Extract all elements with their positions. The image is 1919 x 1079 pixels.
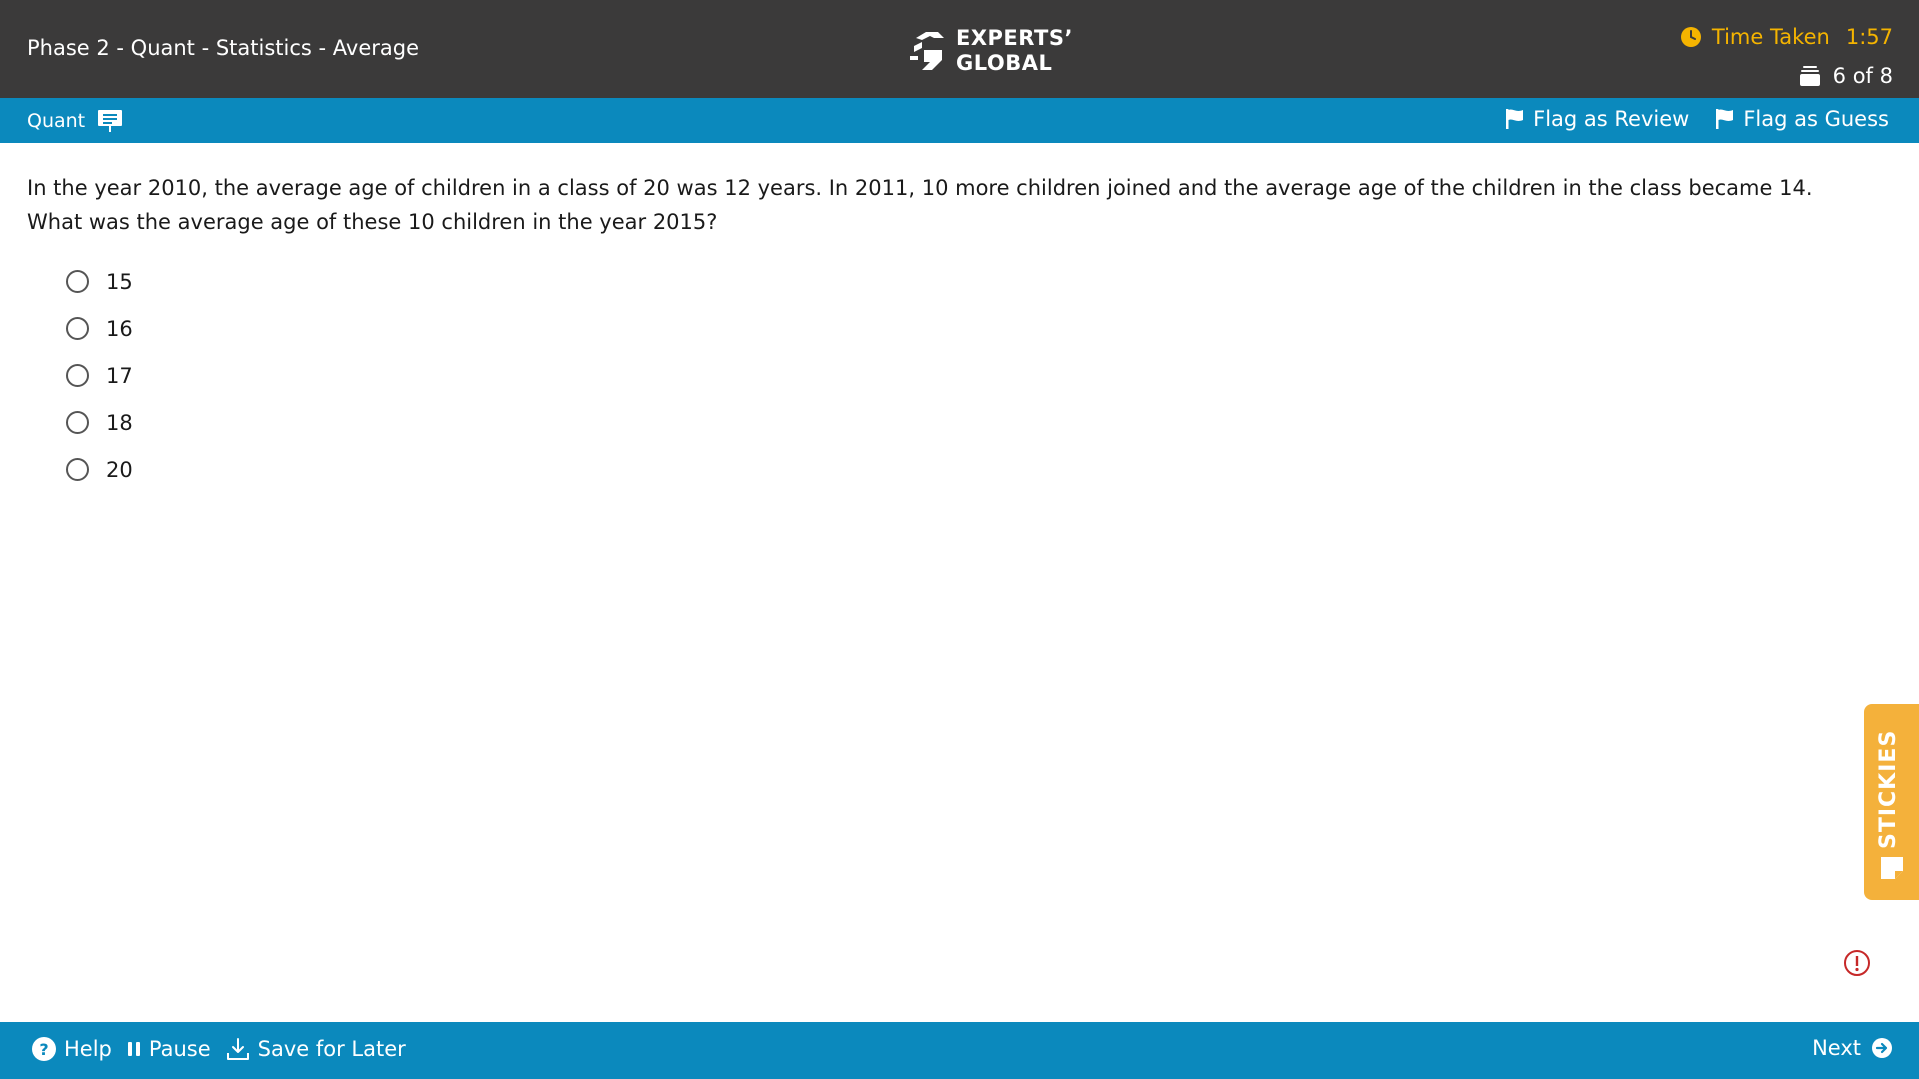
flag-guess-label: Flag as Guess bbox=[1743, 107, 1889, 131]
save-for-later-button[interactable]: Save for Later bbox=[225, 1036, 406, 1062]
timer-label: Time Taken bbox=[1711, 25, 1830, 49]
question-progress: 6 of 8 bbox=[1832, 64, 1893, 88]
stickies-label: STICKIES bbox=[1876, 729, 1901, 849]
section-indicator: Quant bbox=[27, 109, 123, 133]
page-title: Phase 2 - Quant - Statistics - Average bbox=[27, 36, 420, 60]
bottom-toolbar: ? Help Pause Save for Later Next bbox=[0, 1022, 1919, 1079]
radio-button[interactable] bbox=[66, 458, 89, 481]
pause-button[interactable]: Pause bbox=[126, 1037, 211, 1061]
timer-value: 1:57 bbox=[1845, 25, 1893, 49]
radio-button[interactable] bbox=[66, 317, 89, 340]
option-label: 18 bbox=[106, 410, 133, 435]
presentation-board-icon[interactable] bbox=[97, 109, 123, 133]
arrow-right-circle-icon bbox=[1872, 1038, 1892, 1058]
option-label: 20 bbox=[106, 457, 133, 482]
pause-icon bbox=[127, 1042, 140, 1056]
answer-options: 15 16 17 18 20 bbox=[66, 258, 133, 493]
next-button[interactable]: Next bbox=[1812, 1036, 1893, 1060]
logo-mark-icon bbox=[910, 32, 944, 70]
save-label: Save for Later bbox=[257, 1037, 406, 1061]
svg-text:?: ? bbox=[39, 1040, 48, 1059]
flag-icon bbox=[1716, 109, 1734, 129]
option-label: 17 bbox=[106, 363, 133, 388]
radio-button[interactable] bbox=[66, 270, 89, 293]
flag-review-label: Flag as Review bbox=[1533, 107, 1690, 131]
answer-option[interactable]: 20 bbox=[66, 446, 133, 493]
pause-label: Pause bbox=[148, 1037, 211, 1061]
section-bar: Quant Flag as Review Flag as Guess bbox=[0, 98, 1919, 143]
help-button[interactable]: ? Help bbox=[31, 1036, 112, 1062]
question-stack-icon bbox=[1799, 66, 1820, 86]
report-error-icon[interactable] bbox=[1843, 949, 1871, 977]
flag-icon bbox=[1506, 109, 1524, 129]
question-text: In the year 2010, the average age of chi… bbox=[27, 176, 1813, 234]
logo-text-line2: GLOBAL bbox=[956, 51, 1053, 75]
flag-as-guess-button[interactable]: Flag as Guess bbox=[1715, 107, 1889, 131]
clock-icon bbox=[1680, 27, 1701, 47]
answer-option[interactable]: 17 bbox=[66, 352, 133, 399]
question-counter: 6 of 8 bbox=[1799, 64, 1893, 88]
logo-text-line1: EXPERTS’ bbox=[956, 26, 1073, 50]
answer-option[interactable]: 15 bbox=[66, 258, 133, 305]
help-icon: ? bbox=[32, 1037, 56, 1061]
sticky-note-icon bbox=[1881, 857, 1903, 879]
download-icon bbox=[226, 1038, 249, 1060]
option-label: 15 bbox=[106, 269, 133, 294]
option-label: 16 bbox=[106, 316, 133, 341]
help-label: Help bbox=[64, 1037, 112, 1061]
answer-option[interactable]: 18 bbox=[66, 399, 133, 446]
experts-global-logo: EXPERTS’ GLOBAL bbox=[908, 26, 1073, 76]
next-label: Next bbox=[1812, 1036, 1861, 1060]
stickies-tab[interactable]: STICKIES bbox=[1864, 704, 1919, 900]
timer[interactable]: Time Taken 1:57 bbox=[1680, 25, 1893, 49]
answer-option[interactable]: 16 bbox=[66, 305, 133, 352]
radio-button[interactable] bbox=[66, 411, 89, 434]
flag-as-review-button[interactable]: Flag as Review bbox=[1505, 107, 1689, 131]
section-label: Quant bbox=[27, 110, 86, 132]
radio-button[interactable] bbox=[66, 364, 89, 387]
top-header: Phase 2 - Quant - Statistics - Average E… bbox=[0, 0, 1919, 98]
